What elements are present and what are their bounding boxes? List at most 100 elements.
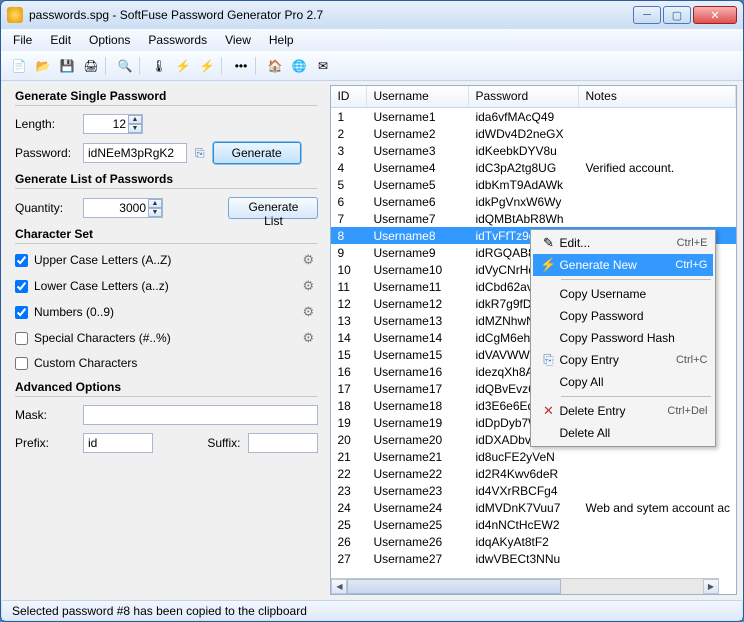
section-charset: Character Set bbox=[15, 227, 318, 241]
toolbar: 📄 📂 💾 🖨 🔍 🌡 ⚡ ⚡ ••• 🏠 🌐 ✉ bbox=[1, 51, 743, 81]
home-icon[interactable]: 🏠 bbox=[265, 56, 285, 76]
globe-icon[interactable]: 🌐 bbox=[289, 56, 309, 76]
custom-label: Custom Characters bbox=[34, 356, 137, 370]
left-panel: Generate Single Password Length: ▲▼ Pass… bbox=[1, 81, 328, 601]
menu-edit[interactable]: Edit bbox=[42, 31, 79, 49]
generate-button[interactable]: Generate bbox=[213, 142, 301, 164]
spin-down-icon[interactable]: ▼ bbox=[128, 124, 142, 133]
titlebar[interactable]: passwords.spg - SoftFuse Password Genera… bbox=[1, 1, 743, 29]
table-row[interactable]: 2Username2idWDv4D2neGX bbox=[331, 125, 736, 142]
gear-icon[interactable]: ⚙ bbox=[302, 330, 318, 346]
menu-file[interactable]: File bbox=[5, 31, 40, 49]
print-icon[interactable]: 🖨 bbox=[81, 56, 101, 76]
divider bbox=[15, 396, 318, 397]
ctx-generate-new[interactable]: ⚡Generate NewCtrl+G bbox=[533, 254, 713, 276]
suffix-input[interactable] bbox=[248, 433, 318, 453]
table-row[interactable]: 27Username27idwVBECt3NNu bbox=[331, 550, 736, 567]
table-row[interactable]: 25Username25id4nNCtHcEW2 bbox=[331, 516, 736, 533]
ctx-copy-hash[interactable]: Copy Password Hash bbox=[533, 327, 713, 349]
menu-passwords[interactable]: Passwords bbox=[140, 31, 215, 49]
table-header: ID Username Password Notes bbox=[331, 86, 736, 108]
table-row[interactable]: 5Username5idbKmT9AdAWk bbox=[331, 176, 736, 193]
generate-list-button[interactable]: Generate List bbox=[228, 197, 318, 219]
gear-icon[interactable]: ⚙ bbox=[302, 278, 318, 294]
scroll-right-icon[interactable]: ▶ bbox=[703, 579, 719, 594]
separator bbox=[255, 57, 261, 75]
menu-view[interactable]: View bbox=[217, 31, 259, 49]
table-row[interactable]: 22Username22id2R4Kwv6deR bbox=[331, 465, 736, 482]
password-output[interactable] bbox=[83, 143, 187, 163]
menu-options[interactable]: Options bbox=[81, 31, 138, 49]
ctx-delete-entry[interactable]: ✕Delete EntryCtrl+Del bbox=[533, 400, 713, 422]
ctx-copy-entry[interactable]: ⎘Copy EntryCtrl+C bbox=[533, 349, 713, 371]
separator bbox=[105, 57, 111, 75]
separator bbox=[561, 396, 711, 397]
spin-down-icon[interactable]: ▼ bbox=[148, 208, 162, 217]
section-single: Generate Single Password bbox=[15, 89, 318, 103]
delete-icon: ✕ bbox=[537, 403, 559, 419]
minimize-button[interactable]: ─ bbox=[633, 6, 661, 24]
scroll-thumb[interactable] bbox=[347, 579, 560, 594]
copy-icon[interactable]: ⎘ bbox=[195, 146, 205, 161]
col-notes[interactable]: Notes bbox=[579, 86, 736, 107]
spin-up-icon[interactable]: ▲ bbox=[148, 199, 162, 208]
table-row[interactable]: 6Username6idkPgVnxW6Wy bbox=[331, 193, 736, 210]
save-icon[interactable]: 💾 bbox=[57, 56, 77, 76]
table-row[interactable]: 4Username4idC3pA2tg8UGVerified account. bbox=[331, 159, 736, 176]
special-label: Special Characters (#..%) bbox=[34, 331, 171, 345]
lower-checkbox[interactable] bbox=[15, 280, 28, 293]
close-button[interactable]: ✕ bbox=[693, 6, 737, 24]
length-label: Length: bbox=[15, 117, 75, 131]
col-id[interactable]: ID bbox=[331, 86, 367, 107]
ctx-copy-username[interactable]: Copy Username bbox=[533, 283, 713, 305]
table-row[interactable]: 21Username21id8ucFE2yVeN bbox=[331, 448, 736, 465]
menubar: File Edit Options Passwords View Help bbox=[1, 29, 743, 51]
table-row[interactable]: 7Username7idQMBtAbR8Wh bbox=[331, 210, 736, 227]
gear-icon[interactable]: ⚙ bbox=[302, 304, 318, 320]
app-window: passwords.spg - SoftFuse Password Genera… bbox=[0, 0, 744, 622]
gear-icon[interactable]: ⚙ bbox=[302, 252, 318, 268]
suffix-label: Suffix: bbox=[207, 436, 240, 450]
table-row[interactable]: 3Username3idKeebkDYV8u bbox=[331, 142, 736, 159]
separator bbox=[221, 57, 227, 75]
search-icon[interactable]: 🔍 bbox=[115, 56, 135, 76]
bolt-icon[interactable]: ⚡ bbox=[173, 56, 193, 76]
numbers-label: Numbers (0..9) bbox=[34, 305, 114, 319]
mail-icon[interactable]: ✉ bbox=[313, 56, 333, 76]
table-row[interactable]: 1Username1ida6vfMAcQ49 bbox=[331, 108, 736, 125]
scroll-left-icon[interactable]: ◀ bbox=[331, 579, 347, 594]
upper-label: Upper Case Letters (A..Z) bbox=[34, 253, 171, 267]
maximize-button[interactable]: ▢ bbox=[663, 6, 691, 24]
horizontal-scrollbar[interactable]: ◀ ▶ bbox=[331, 578, 719, 594]
spin-up-icon[interactable]: ▲ bbox=[128, 115, 142, 124]
prefix-input[interactable] bbox=[83, 433, 153, 453]
section-list: Generate List of Passwords bbox=[15, 172, 318, 186]
numbers-checkbox[interactable] bbox=[15, 306, 28, 319]
ctx-copy-all[interactable]: Copy All bbox=[533, 371, 713, 393]
ctx-edit[interactable]: ✎Edit...Ctrl+E bbox=[533, 232, 713, 254]
password-label: Password: bbox=[15, 146, 75, 160]
table-row[interactable]: 26Username26idqAKyAt8tF2 bbox=[331, 533, 736, 550]
lower-label: Lower Case Letters (a..z) bbox=[34, 279, 169, 293]
edit-icon: ✎ bbox=[537, 235, 559, 251]
col-password[interactable]: Password bbox=[469, 86, 579, 107]
divider bbox=[15, 105, 318, 106]
app-icon bbox=[7, 7, 23, 23]
thermometer-icon[interactable]: 🌡 bbox=[149, 56, 169, 76]
bolt-multi-icon[interactable]: ⚡ bbox=[197, 56, 217, 76]
special-checkbox[interactable] bbox=[15, 332, 28, 345]
bolt-icon: ⚡ bbox=[537, 257, 559, 273]
menu-help[interactable]: Help bbox=[261, 31, 302, 49]
copy-icon: ⎘ bbox=[537, 352, 559, 368]
mask-icon[interactable]: ••• bbox=[231, 56, 251, 76]
table-row[interactable]: 24Username24idMVDnK7Vuu7Web and sytem ac… bbox=[331, 499, 736, 516]
table-row[interactable]: 23Username23id4VXrRBCFg4 bbox=[331, 482, 736, 499]
ctx-delete-all[interactable]: Delete All bbox=[533, 422, 713, 444]
open-icon[interactable]: 📂 bbox=[33, 56, 53, 76]
upper-checkbox[interactable] bbox=[15, 254, 28, 267]
col-username[interactable]: Username bbox=[367, 86, 469, 107]
ctx-copy-password[interactable]: Copy Password bbox=[533, 305, 713, 327]
custom-checkbox[interactable] bbox=[15, 357, 28, 370]
new-icon[interactable]: 📄 bbox=[9, 56, 29, 76]
mask-input[interactable] bbox=[83, 405, 318, 425]
